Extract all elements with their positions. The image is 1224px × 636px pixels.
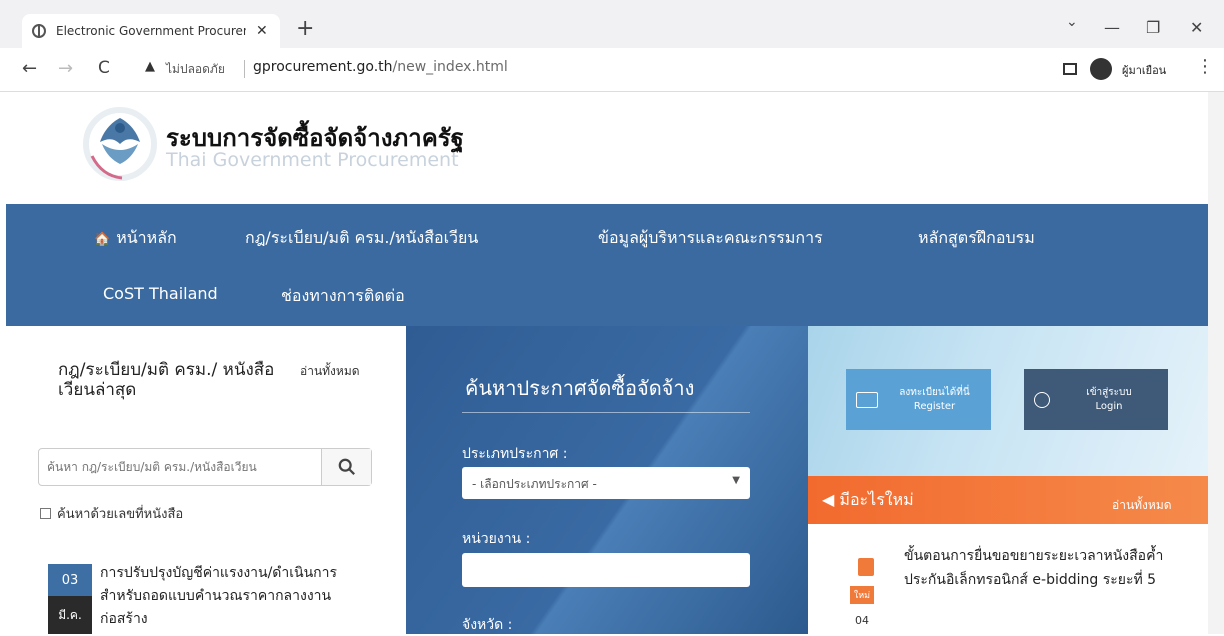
page-scrollbar[interactable] [1208, 92, 1224, 634]
whats-new-date: 04 [855, 614, 869, 627]
nav-executives[interactable]: ข้อมูลผู้บริหารและคณะกรรมการ [598, 226, 823, 251]
new-badge: ใหม่ [850, 586, 874, 604]
not-secure-label[interactable]: ไม่ปลอดภัย [166, 60, 225, 79]
tab-search-chevron-icon[interactable]: ⌄ [1066, 14, 1078, 30]
regulations-search [38, 448, 372, 486]
home-icon: 🏠 [94, 232, 111, 247]
search-by-number-row[interactable]: ค้นหาด้วยเลขที่หนังสือ [40, 503, 183, 524]
chevron-down-icon: ▼ [732, 475, 740, 486]
nav-cost-thailand[interactable]: CoST Thailand [103, 284, 218, 303]
login-label-en: Login [1095, 400, 1123, 412]
url-host: gprocurement.go.th [253, 59, 393, 75]
search-by-number-label: ค้นหาด้วยเลขที่หนังสือ [57, 507, 184, 522]
register-button[interactable]: ลงทะเบียนได้ที่นี่ Register [846, 369, 991, 430]
register-label-th: ลงทะเบียนได้ที่นี่ [899, 386, 970, 398]
agency-label: หน่วยงาน : [462, 531, 531, 547]
whats-new-news-link[interactable]: ขั้นตอนการยื่นขอขยายระยะเวลาหนังสือค้ำปร… [904, 544, 1194, 592]
regulations-search-input[interactable] [39, 449, 321, 485]
warning-icon[interactable]: ▲ [145, 59, 155, 74]
profile-avatar-icon[interactable] [1090, 58, 1112, 80]
regulations-read-all-link[interactable]: อ่านทั้งหมด [300, 362, 360, 381]
search-button[interactable] [321, 449, 371, 485]
forward-button[interactable]: → [58, 58, 73, 79]
site-subtitle: Thai Government Procurement [166, 149, 459, 171]
maximize-button[interactable]: ❐ [1146, 18, 1160, 37]
address-bar-row: ← → C ▲ ไม่ปลอดภัย gprocurement.go.th/ne… [0, 48, 1224, 92]
tab-close-icon[interactable]: ✕ [256, 23, 268, 39]
browser-tab[interactable]: Electronic Government Procuren ✕ [22, 14, 280, 48]
search-by-number-checkbox[interactable] [40, 508, 51, 519]
megaphone-icon: ◀ [822, 490, 840, 509]
user-icon [1034, 391, 1050, 408]
side-panel-icon[interactable] [1063, 63, 1077, 75]
whats-new-read-all-link[interactable]: อ่านทั้งหมด [1112, 496, 1172, 515]
address-separator [244, 60, 245, 78]
nav-home-label: หน้าหลัก [116, 228, 177, 247]
search-icon [338, 458, 355, 475]
announcement-type-select[interactable]: - เลือกประเภทประกาศ - ▼ [462, 467, 750, 499]
province-label: จังหวัด : [462, 617, 513, 633]
nav-training[interactable]: หลักสูตรฝึกอบรม [918, 226, 1035, 251]
new-tab-button[interactable]: + [296, 16, 314, 41]
news-date-month: มี.ค. [48, 596, 92, 634]
whats-new-label: มีอะไรใหม่ [839, 490, 914, 509]
nav-regulations[interactable]: กฎ/ระเบียบ/มติ ครม./หนังสือเวียน [245, 226, 478, 251]
nav-contact[interactable]: ช่องทางการติดต่อ [281, 284, 405, 309]
main-nav: 🏠 หน้าหลัก กฎ/ระเบียบ/มติ ครม./หนังสือเวี… [6, 204, 1208, 326]
browser-tab-bar: Electronic Government Procuren ✕ + ⌄ — ❐… [0, 0, 1224, 48]
agency-input[interactable] [462, 553, 750, 587]
nav-home[interactable]: 🏠 หน้าหลัก [94, 226, 177, 251]
title-divider [462, 412, 750, 413]
close-window-button[interactable]: ✕ [1190, 18, 1203, 37]
garuda-emblem-logo[interactable] [82, 104, 158, 184]
register-label-en: Register [913, 400, 956, 412]
url-path: /new_index.html [392, 59, 508, 75]
whats-new-title: ◀ มีอะไรใหม่ [822, 488, 914, 513]
url-field[interactable]: gprocurement.go.th/new_index.html [253, 59, 508, 75]
regulations-title: กฎ/ระเบียบ/มติ ครม./ หนังสือเวียนล่าสุด [58, 360, 275, 400]
reload-button[interactable]: C [98, 58, 110, 78]
login-label-th: เข้าสู่ระบบ [1086, 386, 1132, 398]
login-button[interactable]: เข้าสู่ระบบ Login [1024, 369, 1168, 430]
profile-name[interactable]: ผู้มาเยือน [1122, 61, 1166, 79]
book-icon [858, 558, 874, 576]
back-button[interactable]: ← [22, 58, 37, 79]
tab-title: Electronic Government Procuren [56, 24, 246, 38]
news-date-day: 03 [48, 564, 92, 596]
globe-icon [32, 24, 46, 38]
register-card-icon [856, 391, 878, 408]
procurement-search-title: ค้นหาประกาศจัดซื้อจัดจ้าง [465, 376, 695, 400]
announcement-type-label: ประเภทประกาศ : [462, 446, 568, 462]
minimize-button[interactable]: — [1104, 18, 1120, 37]
regulation-news-link[interactable]: การปรับปรุงบัญชีค่าแรงงาน/ดำเนินการสำหรั… [100, 562, 370, 631]
browser-menu-icon[interactable]: ⋮ [1196, 56, 1214, 77]
announcement-type-value: - เลือกประเภทประกาศ - [472, 477, 597, 491]
